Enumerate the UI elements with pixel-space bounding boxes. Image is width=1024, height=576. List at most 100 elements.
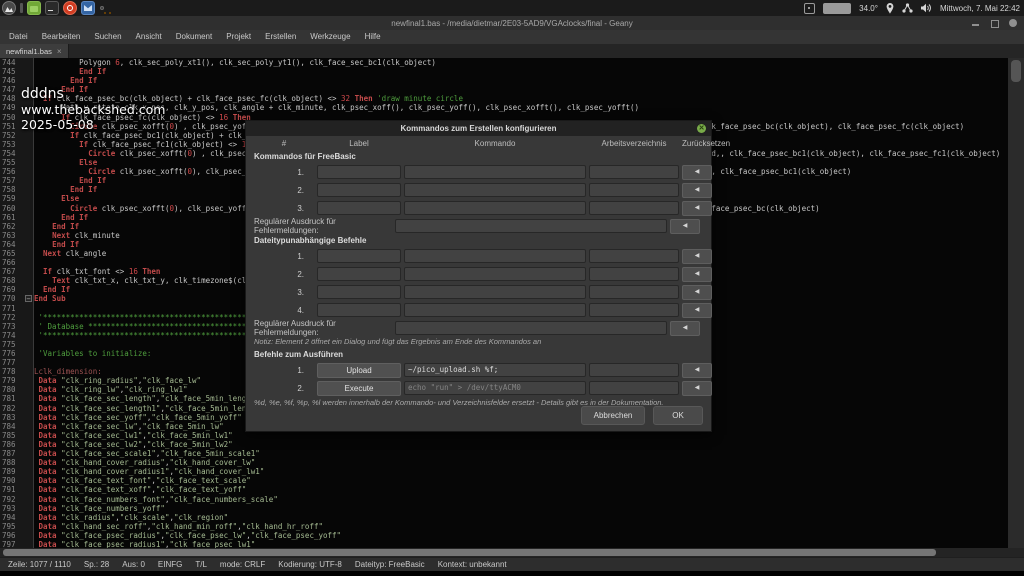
mail-icon[interactable] (81, 1, 95, 15)
row-number: 1. (254, 366, 314, 375)
working-dir-input[interactable] (589, 165, 679, 179)
dialog-close-icon[interactable]: ✕ (697, 124, 706, 133)
applet-box[interactable] (823, 3, 851, 14)
working-dir-input[interactable] (589, 267, 679, 281)
code-text: End If (34, 176, 106, 185)
reset-button[interactable]: ◀ (682, 201, 712, 216)
reset-button[interactable]: ◀ (682, 249, 712, 264)
menu-erstellen[interactable]: Erstellen (258, 30, 303, 44)
working-dir-input[interactable] (589, 285, 679, 299)
clock[interactable]: Mittwoch, 7. Mai 22:42 (940, 4, 1020, 13)
code-line: 797 Data "clk_face_psec_radius1","clk_fa… (0, 540, 1008, 548)
working-dir-input[interactable] (589, 201, 679, 215)
close-icon[interactable] (1009, 19, 1018, 28)
regex-input[interactable] (395, 321, 667, 335)
status-item: EINFG (158, 560, 182, 569)
line-number: 770 (0, 294, 21, 303)
menu-hilfe[interactable]: Hilfe (358, 30, 388, 44)
temperature-applet[interactable]: 34.0° (859, 4, 878, 13)
window-titlebar[interactable]: newfinal1.bas - /media/dietmar/2E03-5AD9… (0, 16, 1024, 30)
menu-werkzeuge[interactable]: Werkzeuge (303, 30, 357, 44)
reset-button[interactable]: ◀ (682, 183, 712, 198)
label-input[interactable] (317, 249, 401, 263)
volume-icon[interactable] (921, 3, 932, 13)
fold-marker-icon[interactable]: − (25, 295, 32, 302)
label-input[interactable] (317, 183, 401, 197)
minimize-icon[interactable] (971, 19, 980, 28)
reset-button[interactable]: ◀ (682, 285, 712, 300)
reset-button[interactable]: ◀ (670, 321, 700, 336)
label-input[interactable] (317, 267, 401, 281)
working-dir-input[interactable] (589, 249, 679, 263)
horizontal-scrollbar[interactable] (0, 548, 1024, 557)
code-line: 795 Data "clk_hand_sec_roff","clk_hand_m… (0, 522, 1008, 531)
menu-suchen[interactable]: Suchen (87, 30, 128, 44)
line-number: 752 (0, 131, 21, 140)
reset-button[interactable]: ◀ (670, 219, 700, 234)
regex-label: Regulärer Ausdruck für Fehlermeldungen: (254, 319, 392, 337)
horizontal-scrollbar-thumb[interactable] (3, 549, 936, 556)
location-pin-icon[interactable] (886, 3, 894, 14)
menu-projekt[interactable]: Projekt (219, 30, 258, 44)
label-button[interactable]: Execute (317, 381, 401, 396)
reset-button[interactable]: ◀ (682, 267, 712, 282)
fold-margin (21, 413, 34, 422)
label-input[interactable] (317, 285, 401, 299)
label-input[interactable] (317, 165, 401, 179)
dialog-titlebar[interactable]: Kommandos zum Erstellen konfigurieren ✕ (246, 121, 711, 136)
maximize-icon[interactable] (990, 19, 999, 28)
working-dir-input[interactable] (589, 381, 679, 395)
status-item: Aus: 0 (122, 560, 145, 569)
line-number: 771 (0, 304, 21, 313)
working-dir-input[interactable] (589, 303, 679, 317)
fold-margin (21, 340, 34, 349)
code-line: 796 Data "clk_face_psec_radius","clk_fac… (0, 531, 1008, 540)
line-number: 772 (0, 313, 21, 322)
line-number: 784 (0, 422, 21, 431)
column-header: Arbeitsverzeichnis (589, 139, 679, 148)
files-icon[interactable] (27, 1, 41, 15)
terminal-icon[interactable] (45, 1, 59, 15)
tab-close-icon[interactable]: × (57, 47, 62, 56)
row-number: 2. (254, 186, 314, 195)
working-dir-input[interactable] (589, 183, 679, 197)
menu-bearbeiten[interactable]: Bearbeiten (35, 30, 88, 44)
fold-margin (21, 394, 34, 403)
ok-button[interactable]: OK (653, 406, 703, 425)
reset-button[interactable]: ◀ (682, 381, 712, 396)
command-input[interactable]: echo "run" > /dev/ttyACM0 (404, 381, 586, 395)
active-app-highlight[interactable] (100, 6, 104, 10)
command-input[interactable] (404, 249, 586, 263)
working-dir-input[interactable] (589, 363, 679, 377)
vertical-scrollbar[interactable] (1008, 58, 1024, 548)
reset-button[interactable]: ◀ (682, 165, 712, 180)
regex-input[interactable] (395, 219, 667, 233)
command-input[interactable] (404, 201, 586, 215)
menu-datei[interactable]: Datei (2, 30, 35, 44)
command-input[interactable] (404, 303, 586, 317)
code-text: Next clk_minute (34, 231, 120, 240)
label-input[interactable] (317, 303, 401, 317)
fold-margin (21, 495, 34, 504)
command-input[interactable] (404, 165, 586, 179)
reset-button[interactable]: ◀ (682, 363, 712, 378)
network-icon[interactable] (902, 3, 913, 13)
label-input[interactable] (317, 201, 401, 215)
command-input[interactable]: ~/pico_upload.sh %f; (404, 363, 586, 377)
command-input[interactable] (404, 267, 586, 281)
recorder-icon[interactable] (63, 1, 77, 15)
menu-ansicht[interactable]: Ansicht (129, 30, 169, 44)
menu-icon[interactable] (2, 1, 16, 15)
column-header: # (254, 139, 314, 148)
command-input[interactable] (404, 183, 586, 197)
vertical-scrollbar-thumb[interactable] (1011, 60, 1021, 82)
dialog-body: Kommandos für FreeBasic1.◀2.◀3.◀Reguläre… (246, 150, 711, 409)
tray-window-icon[interactable] (804, 3, 815, 14)
reset-button[interactable]: ◀ (682, 303, 712, 318)
menu-dokument[interactable]: Dokument (169, 30, 219, 44)
label-button[interactable]: Upload (317, 363, 401, 378)
command-input[interactable] (404, 285, 586, 299)
tab-newfinal1[interactable]: newfinal1.bas × (0, 44, 69, 58)
fold-margin (21, 331, 34, 340)
cancel-button[interactable]: Abbrechen (581, 406, 645, 425)
